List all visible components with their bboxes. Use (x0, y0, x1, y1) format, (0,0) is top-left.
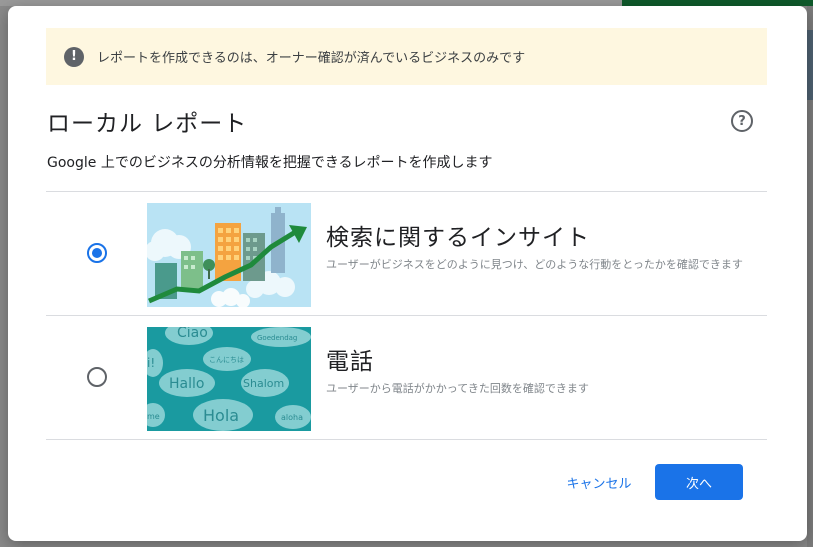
dialog-subtitle: Google 上でのビジネスの分析情報を把握できるレポートを作成します (47, 155, 493, 171)
city-growth-illustration (147, 203, 311, 307)
dialog-title: ローカル レポート (47, 111, 248, 137)
radio-calls[interactable] (87, 367, 107, 387)
bubble-hi: i! (147, 356, 155, 370)
bubble-hola: Hola (203, 406, 239, 425)
bubble-aloha: aloha (281, 413, 303, 422)
banner-text: レポートを作成できるのは、オーナー確認が済んでいるビジネスのみです (97, 51, 526, 66)
bubble-ciao: Ciao (177, 327, 208, 341)
background-right-accent (807, 30, 813, 100)
cancel-button[interactable]: キャンセル (554, 464, 644, 500)
radio-search-insights[interactable] (87, 243, 107, 263)
divider (46, 439, 767, 440)
local-report-dialog: ! レポートを作成できるのは、オーナー確認が済んでいるビジネスのみです ローカル… (8, 6, 807, 541)
greeting-bubbles-illustration: Ciao Goedendag こんにちは Hallo Shalom Hola a… (147, 327, 311, 431)
bubble-konnichiwa: こんにちは (209, 356, 244, 364)
option-search-insights[interactable]: 検索に関するインサイト ユーザーがビジネスをどのように見つけ、どのような行動をと… (46, 192, 767, 315)
bubble-hallo: Hallo (169, 376, 204, 392)
option-title: 検索に関するインサイト (326, 225, 590, 251)
bubble-shalom: Shalom (243, 377, 284, 390)
ownership-warning-banner: ! レポートを作成できるのは、オーナー確認が済んでいるビジネスのみです (46, 28, 767, 85)
option-calls[interactable]: Ciao Goedendag こんにちは Hallo Shalom Hola a… (46, 316, 767, 439)
bubble-me: me (147, 412, 160, 421)
next-button[interactable]: 次へ (655, 464, 743, 500)
help-icon[interactable]: ? (731, 110, 753, 132)
option-title: 電話 (326, 349, 374, 375)
bubble-goedendag: Goedendag (257, 334, 297, 342)
alert-icon: ! (64, 46, 84, 67)
option-description: ユーザーから電話がかかってきた回数を確認できます (326, 382, 589, 395)
option-description: ユーザーがビジネスをどのように見つけ、どのような行動をとったかを確認できます (326, 258, 743, 271)
